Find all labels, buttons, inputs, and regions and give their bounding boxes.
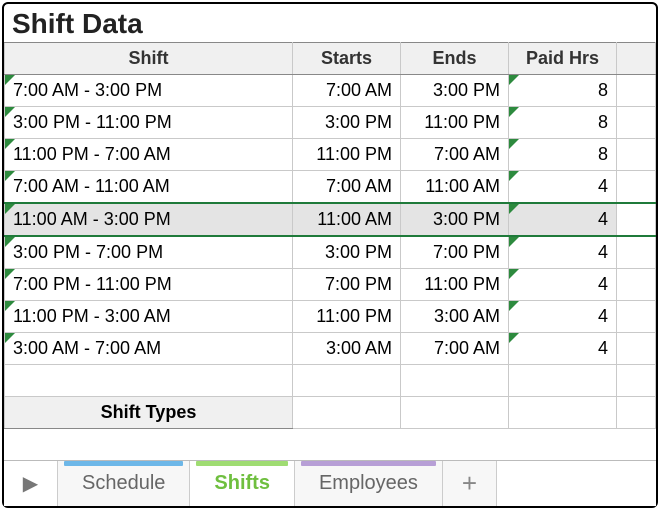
spreadsheet-window: Shift Data Shift Starts Ends Paid Hrs 7:… [2, 2, 658, 508]
cell-starts[interactable]: 3:00 AM [293, 333, 401, 365]
cell-extra[interactable] [617, 171, 656, 204]
cell-paid[interactable]: 8 [509, 139, 617, 171]
cell-extra[interactable] [617, 203, 656, 236]
tab-color-bar [196, 461, 288, 466]
cell-paid[interactable]: 8 [509, 107, 617, 139]
tab-label: Employees [319, 472, 418, 495]
cell-extra[interactable] [617, 301, 656, 333]
cell-shift[interactable]: 11:00 PM - 7:00 AM [5, 139, 293, 171]
col-header-ends[interactable]: Ends [401, 43, 509, 75]
col-header-shift[interactable]: Shift [5, 43, 293, 75]
page-title: Shift Data [4, 4, 656, 42]
cell-starts[interactable]: 7:00 AM [293, 75, 401, 107]
cell-starts[interactable]: 11:00 AM [293, 203, 401, 236]
shift-table: Shift Starts Ends Paid Hrs 7:00 AM - 3:0… [4, 42, 656, 429]
table-row[interactable]: 11:00 AM - 3:00 PM11:00 AM3:00 PM4 [5, 203, 656, 236]
cell-starts[interactable]: 7:00 PM [293, 269, 401, 301]
cell-ends[interactable]: 3:00 AM [401, 301, 509, 333]
table-row[interactable]: 3:00 AM - 7:00 AM3:00 AM7:00 AM4 [5, 333, 656, 365]
cell-paid[interactable]: 4 [509, 269, 617, 301]
cell-shift[interactable]: 11:00 PM - 3:00 AM [5, 301, 293, 333]
cell-shift[interactable]: 11:00 AM - 3:00 PM [5, 203, 293, 236]
cell-shift[interactable]: 3:00 PM - 11:00 PM [5, 107, 293, 139]
cell-paid[interactable]: 4 [509, 333, 617, 365]
table-row[interactable]: 7:00 PM - 11:00 PM7:00 PM11:00 PM4 [5, 269, 656, 301]
cell-starts[interactable]: 3:00 PM [293, 107, 401, 139]
cell-extra[interactable] [617, 75, 656, 107]
cell-empty[interactable] [293, 365, 401, 397]
cell-extra[interactable] [617, 236, 656, 269]
cell-ends[interactable]: 7:00 PM [401, 236, 509, 269]
cell-shift[interactable]: 3:00 PM - 7:00 PM [5, 236, 293, 269]
cell-paid[interactable]: 8 [509, 75, 617, 107]
sheet-area: Shift Starts Ends Paid Hrs 7:00 AM - 3:0… [4, 42, 656, 460]
cell-blank[interactable] [509, 397, 617, 429]
cell-blank[interactable] [293, 397, 401, 429]
cell-paid[interactable]: 4 [509, 171, 617, 204]
col-header-paid[interactable]: Paid Hrs [509, 43, 617, 75]
tab-nav-button[interactable]: ▶ [4, 461, 58, 506]
cell-empty[interactable] [401, 365, 509, 397]
cell-starts[interactable]: 3:00 PM [293, 236, 401, 269]
cell-ends[interactable]: 11:00 PM [401, 107, 509, 139]
tab-label: Shifts [214, 472, 270, 495]
cell-starts[interactable]: 11:00 PM [293, 139, 401, 171]
cell-shift[interactable]: 7:00 AM - 3:00 PM [5, 75, 293, 107]
col-header-starts[interactable]: Starts [293, 43, 401, 75]
table-row[interactable]: 3:00 PM - 11:00 PM3:00 PM11:00 PM8 [5, 107, 656, 139]
cell-ends[interactable]: 11:00 AM [401, 171, 509, 204]
cell-shift[interactable]: 7:00 PM - 11:00 PM [5, 269, 293, 301]
worksheet-tabbar: ▶ Schedule Shifts Employees + [4, 460, 656, 506]
plus-icon: + [462, 468, 477, 499]
table-row[interactable]: 11:00 PM - 7:00 AM11:00 PM7:00 AM8 [5, 139, 656, 171]
section-header-row[interactable]: Shift Types [5, 397, 656, 429]
cell-shift[interactable]: 3:00 AM - 7:00 AM [5, 333, 293, 365]
cell-starts[interactable]: 11:00 PM [293, 301, 401, 333]
tab-employees[interactable]: Employees [295, 461, 443, 506]
add-sheet-button[interactable]: + [443, 461, 497, 506]
cell-ends[interactable]: 7:00 AM [401, 139, 509, 171]
tab-schedule[interactable]: Schedule [58, 461, 190, 506]
tab-label: Schedule [82, 472, 165, 495]
cell-starts[interactable]: 7:00 AM [293, 171, 401, 204]
cell-empty[interactable] [617, 365, 656, 397]
empty-row[interactable] [5, 365, 656, 397]
cell-paid[interactable]: 4 [509, 301, 617, 333]
cell-empty[interactable] [5, 365, 293, 397]
tab-shifts[interactable]: Shifts [190, 461, 295, 506]
cell-extra[interactable] [617, 107, 656, 139]
cell-paid[interactable]: 4 [509, 203, 617, 236]
cell-ends[interactable]: 3:00 PM [401, 75, 509, 107]
cell-ends[interactable]: 3:00 PM [401, 203, 509, 236]
table-row[interactable]: 7:00 AM - 3:00 PM7:00 AM3:00 PM8 [5, 75, 656, 107]
cell-extra[interactable] [617, 269, 656, 301]
cell-extra[interactable] [617, 139, 656, 171]
cell-ends[interactable]: 7:00 AM [401, 333, 509, 365]
section-header[interactable]: Shift Types [5, 397, 293, 429]
play-icon: ▶ [23, 471, 38, 496]
tab-color-bar [301, 461, 436, 466]
cell-ends[interactable]: 11:00 PM [401, 269, 509, 301]
table-row[interactable]: 11:00 PM - 3:00 AM11:00 PM3:00 AM4 [5, 301, 656, 333]
header-row: Shift Starts Ends Paid Hrs [5, 43, 656, 75]
cell-paid[interactable]: 4 [509, 236, 617, 269]
table-row[interactable]: 3:00 PM - 7:00 PM3:00 PM7:00 PM4 [5, 236, 656, 269]
table-row[interactable]: 7:00 AM - 11:00 AM7:00 AM11:00 AM4 [5, 171, 656, 204]
cell-extra[interactable] [617, 333, 656, 365]
cell-empty[interactable] [509, 365, 617, 397]
tab-color-bar [64, 461, 183, 466]
cell-blank[interactable] [617, 397, 656, 429]
col-header-extra[interactable] [617, 43, 656, 75]
cell-blank[interactable] [401, 397, 509, 429]
cell-shift[interactable]: 7:00 AM - 11:00 AM [5, 171, 293, 204]
